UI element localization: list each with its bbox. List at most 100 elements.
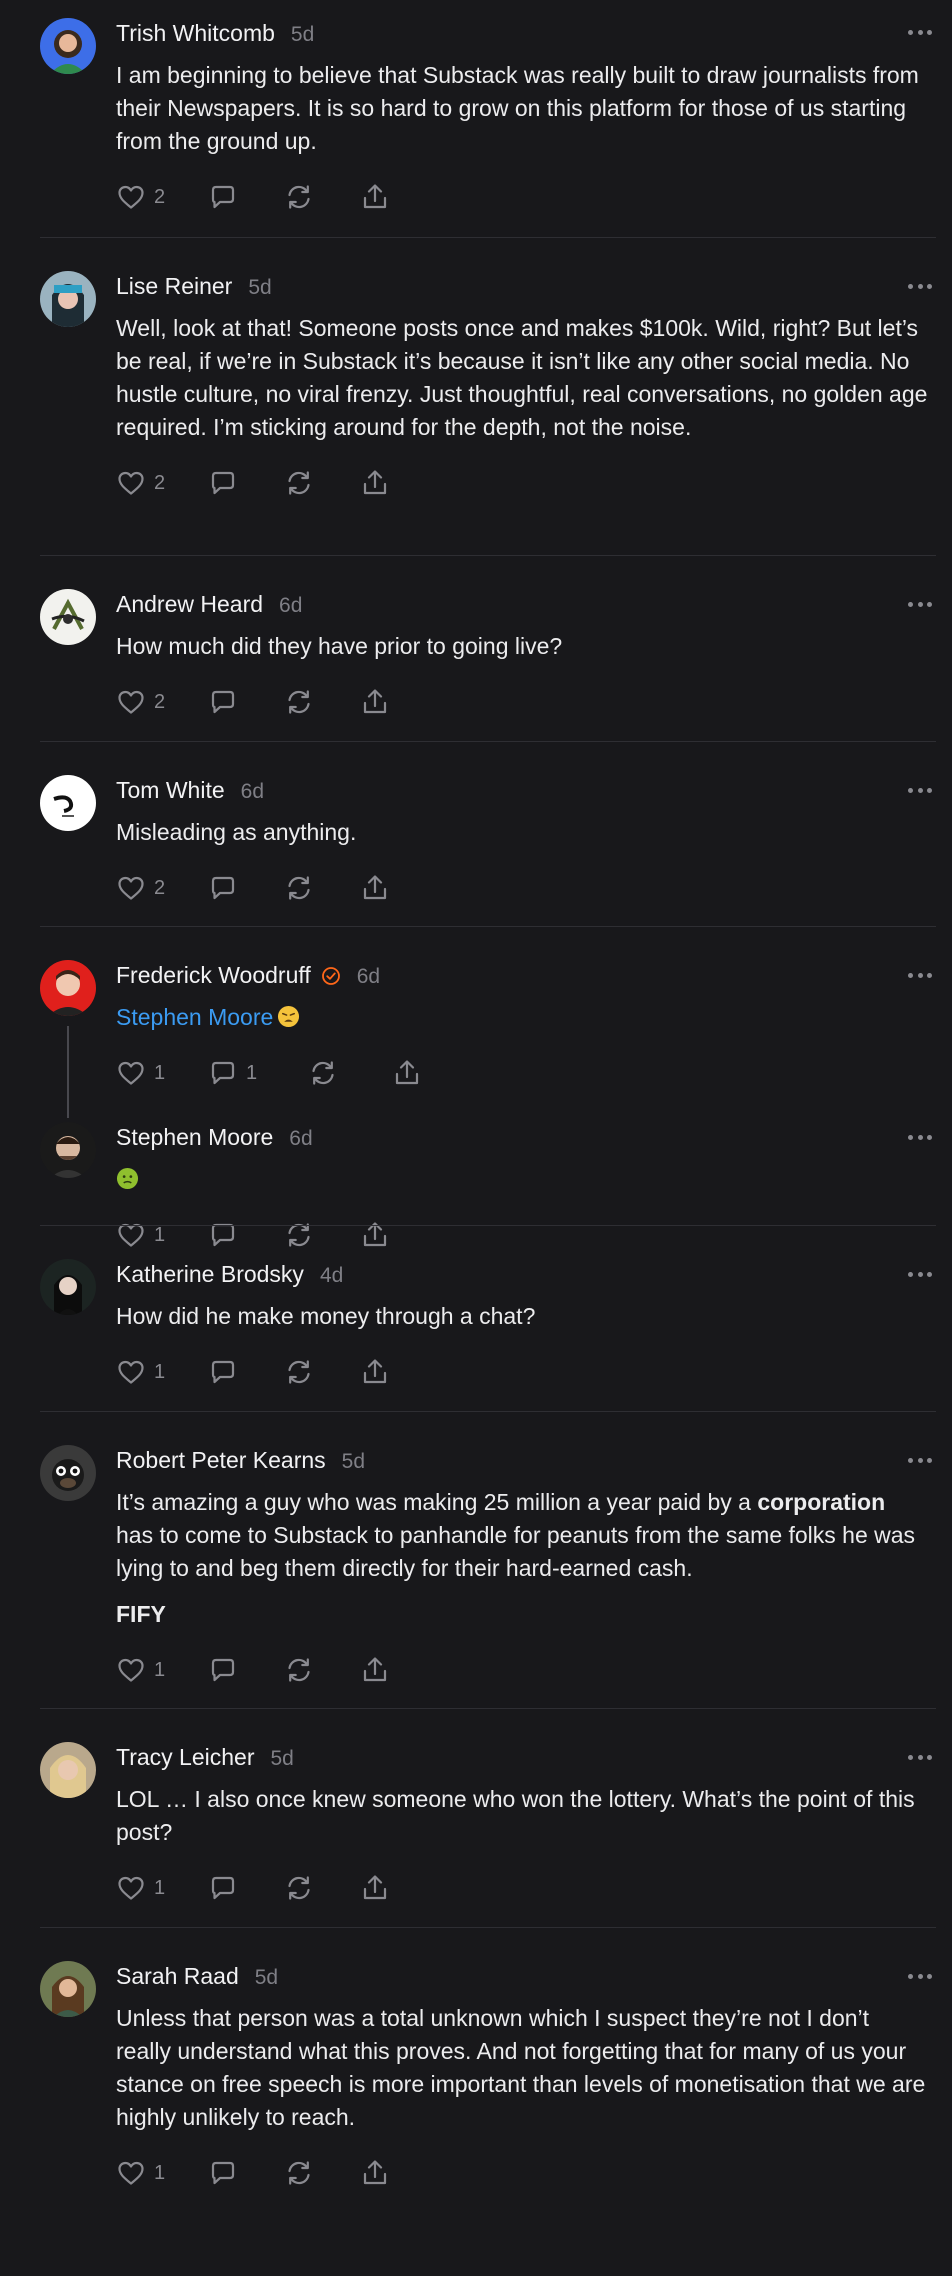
timestamp[interactable]: 4d: [320, 1264, 343, 1288]
like-button[interactable]: 2: [116, 182, 208, 212]
comment-body: How much did they have prior to going li…: [116, 630, 928, 663]
reply-button[interactable]: [208, 182, 284, 212]
more-icon[interactable]: [908, 1135, 932, 1143]
like-count: 1: [154, 1360, 166, 1383]
restack-button[interactable]: [284, 2158, 360, 2188]
reply-button[interactable]: [208, 1655, 284, 1685]
reply-button[interactable]: [208, 468, 284, 498]
author-name[interactable]: Stephen Moore: [116, 1124, 273, 1151]
more-icon[interactable]: [908, 284, 932, 292]
author-name[interactable]: Lise Reiner: [116, 273, 232, 300]
comment-body: [116, 1163, 928, 1196]
more-icon[interactable]: [908, 1272, 932, 1280]
like-button[interactable]: 2: [116, 687, 208, 717]
avatar[interactable]: [40, 1961, 96, 2017]
share-button[interactable]: [360, 2158, 390, 2188]
weary-face-icon: [278, 1005, 300, 1028]
share-button[interactable]: [360, 1873, 390, 1903]
avatar[interactable]: [40, 1742, 96, 1798]
like-button[interactable]: 1: [116, 1655, 208, 1685]
reply-button[interactable]: [208, 1873, 284, 1903]
like-button[interactable]: 2: [116, 468, 208, 498]
user-mention-link[interactable]: Stephen Moore: [116, 1004, 273, 1030]
reply-button[interactable]: 1: [208, 1058, 308, 1088]
author-name[interactable]: Katherine Brodsky: [116, 1261, 304, 1288]
author-name[interactable]: Robert Peter Kearns: [116, 1447, 326, 1474]
restack-button[interactable]: [284, 182, 360, 212]
share-icon: [392, 1058, 422, 1088]
like-count: 2: [154, 185, 166, 208]
comment-icon: [208, 468, 238, 498]
like-button[interactable]: 1: [116, 1357, 208, 1387]
share-button[interactable]: [360, 468, 390, 498]
timestamp[interactable]: 6d: [357, 965, 380, 989]
author-name[interactable]: Andrew Heard: [116, 591, 263, 618]
thread-line: [67, 1114, 69, 1118]
share-button[interactable]: [360, 1357, 390, 1387]
comment-text: Well, look at that! Someone posts once a…: [116, 315, 928, 440]
more-icon[interactable]: [908, 602, 932, 610]
like-count: 1: [154, 1061, 166, 1084]
share-button[interactable]: [360, 182, 390, 212]
author-name[interactable]: Trish Whitcomb: [116, 20, 275, 47]
timestamp[interactable]: 6d: [279, 594, 302, 618]
avatar[interactable]: [40, 775, 96, 831]
comment-body: It’s amazing a guy who was making 25 mil…: [116, 1486, 928, 1631]
reply-button[interactable]: [208, 687, 284, 717]
more-icon[interactable]: [908, 788, 932, 796]
share-button[interactable]: [360, 687, 390, 717]
restack-button[interactable]: [284, 687, 360, 717]
more-icon[interactable]: [908, 1755, 932, 1763]
reply-button[interactable]: [208, 1357, 284, 1387]
comment-body: LOL … I also once knew someone who won t…: [116, 1783, 928, 1849]
more-icon[interactable]: [908, 30, 932, 38]
timestamp[interactable]: 5d: [248, 276, 271, 300]
restack-icon: [284, 687, 314, 717]
restack-button[interactable]: [308, 1058, 392, 1088]
reply-button[interactable]: [208, 2158, 284, 2188]
share-button[interactable]: [360, 873, 390, 903]
timestamp[interactable]: 6d: [289, 1127, 312, 1151]
heart-icon: [116, 687, 146, 717]
like-button[interactable]: 2: [116, 873, 208, 903]
restack-button[interactable]: [284, 873, 360, 903]
restack-button[interactable]: [284, 1873, 360, 1903]
avatar[interactable]: [40, 1259, 96, 1315]
more-icon[interactable]: [908, 973, 932, 981]
timestamp[interactable]: 5d: [270, 1747, 293, 1771]
timestamp[interactable]: 5d: [291, 23, 314, 47]
like-button[interactable]: 1: [116, 1873, 208, 1903]
comment-text: It’s amazing a guy who was making 25 mil…: [116, 1489, 916, 1581]
reply-count: 1: [246, 1061, 258, 1084]
share-button[interactable]: [360, 1655, 390, 1685]
author-name[interactable]: Tracy Leicher: [116, 1744, 254, 1771]
heart-icon: [116, 1655, 146, 1685]
reply-button[interactable]: [208, 873, 284, 903]
author-name[interactable]: Sarah Raad: [116, 1963, 239, 1990]
restack-button[interactable]: [284, 1655, 360, 1685]
restack-button[interactable]: [284, 468, 360, 498]
share-icon: [360, 1655, 390, 1685]
avatar[interactable]: [40, 1122, 96, 1178]
comment-text: I am beginning to believe that Substack …: [116, 62, 919, 154]
share-button[interactable]: [392, 1058, 422, 1088]
timestamp[interactable]: 6d: [241, 780, 264, 804]
like-button[interactable]: 1: [116, 2158, 208, 2188]
comment-text: Unless that person was a total unknown w…: [116, 2005, 926, 2130]
like-button[interactable]: 1: [116, 1058, 208, 1088]
comment-body: Stephen Moore: [116, 1001, 928, 1034]
action-bar: 2: [116, 873, 928, 903]
avatar[interactable]: [40, 589, 96, 645]
avatar[interactable]: [40, 18, 96, 74]
comment-icon: [208, 1655, 238, 1685]
timestamp[interactable]: 5d: [255, 1966, 278, 1990]
more-icon[interactable]: [908, 1458, 932, 1466]
author-name[interactable]: Frederick Woodruff: [116, 962, 311, 989]
avatar[interactable]: [40, 960, 96, 1016]
timestamp[interactable]: 5d: [342, 1450, 365, 1474]
avatar[interactable]: [40, 271, 96, 327]
avatar[interactable]: [40, 1445, 96, 1501]
more-icon[interactable]: [908, 1974, 932, 1982]
restack-button[interactable]: [284, 1357, 360, 1387]
author-name[interactable]: Tom White: [116, 777, 225, 804]
